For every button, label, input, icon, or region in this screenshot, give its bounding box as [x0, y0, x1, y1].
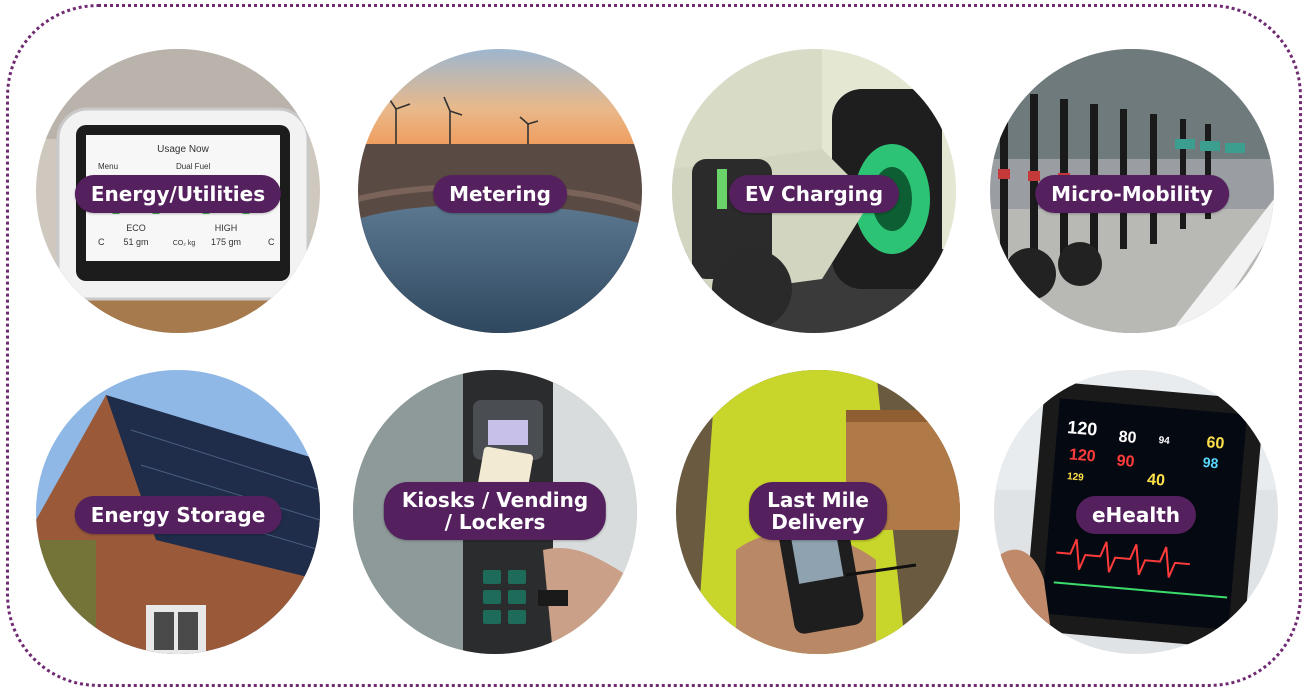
device-fuel: Dual Fuel [176, 162, 210, 171]
label-micro-mobility: Micro-Mobility [1035, 175, 1229, 213]
monitor-v3: 129 [1067, 471, 1085, 483]
tile-ev-charging[interactable]: EV Charging [672, 49, 956, 333]
monitor-rr: 94 [1158, 435, 1170, 447]
tile-energy-storage[interactable]: Energy Storage [36, 370, 320, 654]
tile-micro-mobility[interactable]: Micro-Mobility [990, 49, 1274, 333]
monitor-v1: 120 [1068, 446, 1096, 465]
label-ehealth: eHealth [1075, 496, 1197, 534]
label-last-mile-delivery: Last Mile Delivery [749, 482, 887, 540]
device-menu: Menu [98, 162, 118, 171]
device-cold: C [98, 237, 105, 247]
tile-last-mile-delivery[interactable]: Last Mile Delivery [676, 370, 960, 654]
device-left-value: 51 gm [123, 237, 148, 247]
label-line-1: Kiosks / Vending [401, 488, 589, 512]
tile-energy-utilities[interactable]: Usage Now Menu Dual Fuel ECO 51 gm HIGH … [36, 49, 320, 333]
label-kiosks-vending-lockers: Kiosks / Vending / Lockers [383, 482, 607, 540]
tile-kiosks-vending-lockers[interactable]: Kiosks / Vending / Lockers [353, 370, 637, 654]
tile-ehealth[interactable]: 120 80 94 60 98 120 90 129 40 eHealth [994, 370, 1278, 654]
monitor-v2: 90 [1116, 452, 1135, 470]
device-left-mode: ECO [126, 223, 146, 233]
monitor-temp: 98 [1202, 454, 1219, 471]
monitor-v4: 40 [1146, 471, 1165, 489]
device-right-value: 175 gm [211, 237, 241, 247]
label-line-1: Last Mile [767, 488, 869, 512]
label-metering: Metering [433, 175, 567, 213]
tile-metering[interactable]: Metering [358, 49, 642, 333]
label-line-2: Delivery [771, 510, 865, 534]
monitor-spo2: 80 [1118, 429, 1137, 447]
label-ev-charging: EV Charging [728, 175, 900, 213]
monitor-bp: 60 [1206, 434, 1225, 452]
device-title: Usage Now [157, 144, 209, 155]
label-line-2: / Lockers [444, 510, 546, 534]
label-energy-storage: Energy Storage [74, 496, 282, 534]
monitor-hr: 120 [1067, 417, 1099, 440]
device-warm: C [268, 237, 275, 247]
device-right-mode: HIGH [215, 223, 238, 233]
device-unit: CO₂ kg [173, 240, 196, 247]
label-energy-utilities: Energy/Utilities [74, 175, 282, 213]
